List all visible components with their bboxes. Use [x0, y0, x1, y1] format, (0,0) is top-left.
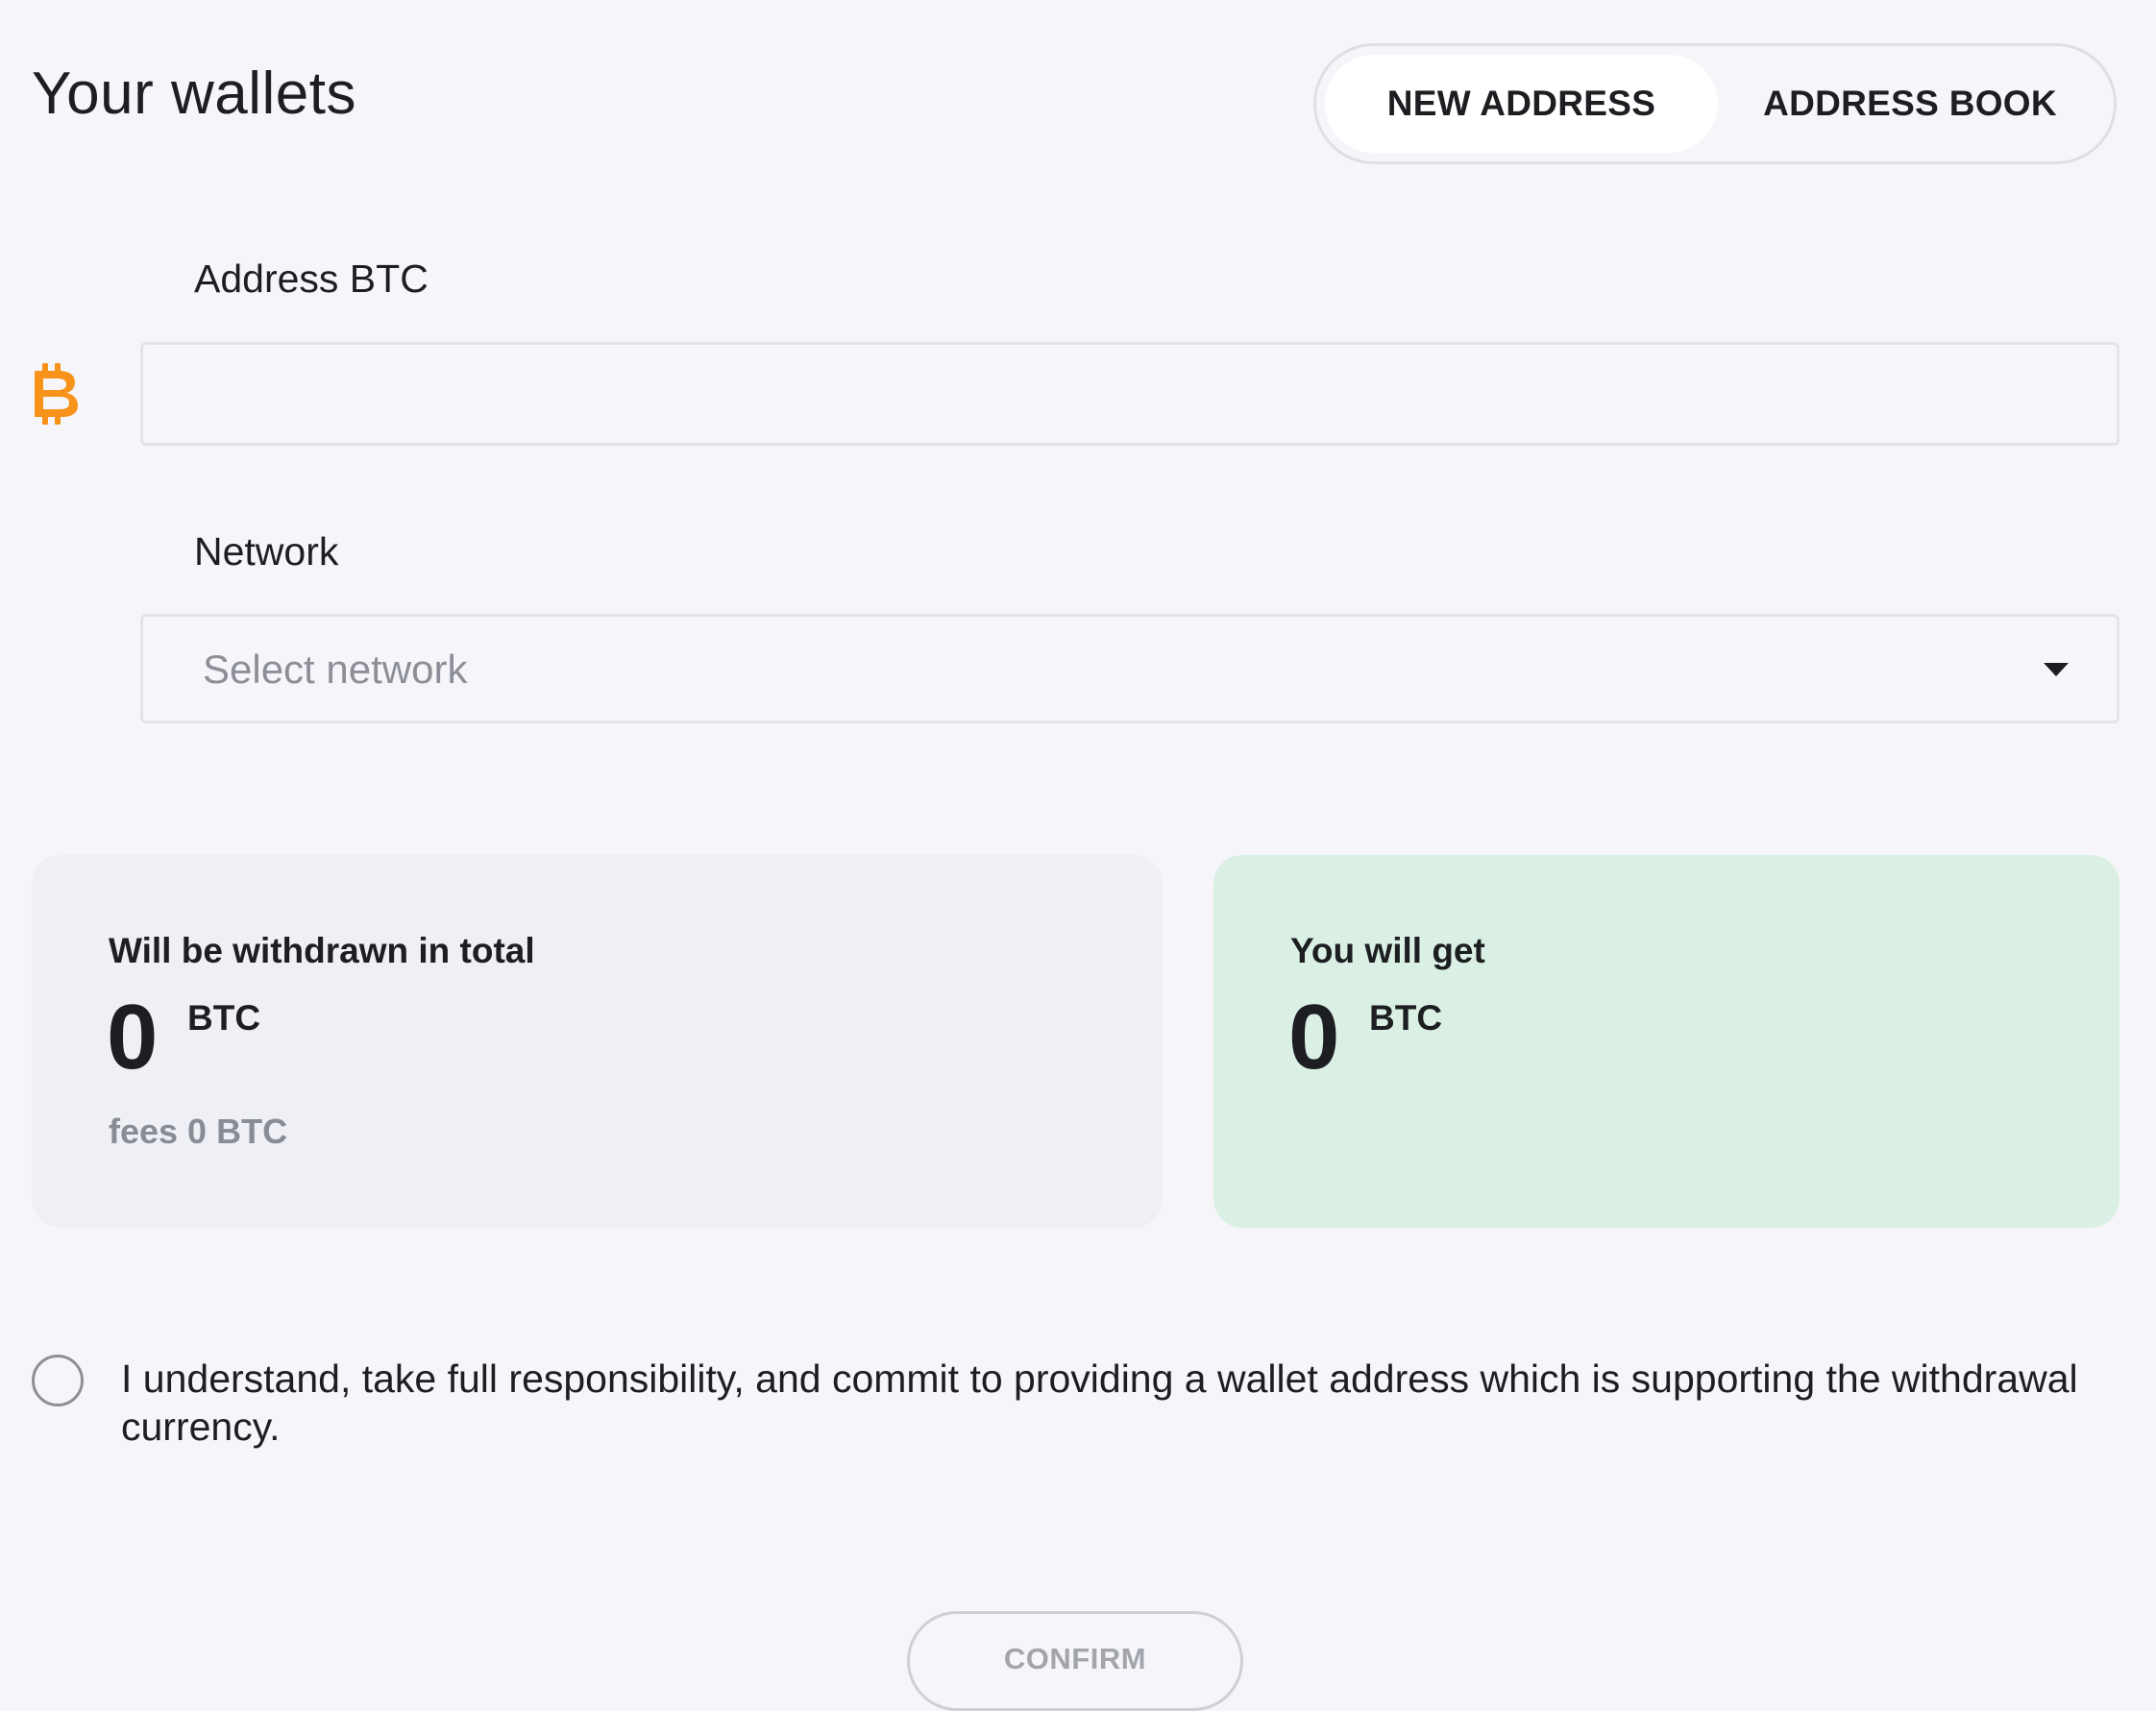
network-select-placeholder: Select network: [203, 647, 468, 692]
withdrawn-fees: fees 0 BTC: [109, 1112, 288, 1151]
withdrawn-total-currency: BTC: [187, 998, 261, 1038]
receive-amount-currency: BTC: [1369, 998, 1443, 1038]
receive-amount-value: 0: [1288, 986, 1340, 1088]
receive-amount-card: You will get 0 BTC: [1213, 855, 2119, 1228]
receive-amount-label: You will get: [1290, 931, 1485, 970]
confirm-button[interactable]: CONFIRM: [907, 1611, 1243, 1711]
withdrawn-total-label: Will be withdrawn in total: [109, 931, 535, 970]
network-label: Network: [194, 529, 339, 574]
address-label: Address BTC: [194, 257, 429, 301]
withdrawn-total-card: Will be withdrawn in total 0 BTC fees 0 …: [32, 855, 1163, 1228]
network-select[interactable]: Select network: [140, 614, 2119, 723]
withdrawn-total-amount: 0: [107, 986, 159, 1088]
caret-down-icon: [2044, 663, 2069, 676]
tab-new-address[interactable]: NEW ADDRESS: [1325, 55, 1718, 153]
tab-address-book[interactable]: ADDRESS BOOK: [1718, 55, 2102, 153]
consent-text: I understand, take full responsibility, …: [121, 1357, 2078, 1449]
bitcoin-icon: [35, 363, 78, 425]
address-input[interactable]: [140, 342, 2119, 446]
consent-radio[interactable]: [32, 1355, 84, 1406]
address-mode-toggle: NEW ADDRESS ADDRESS BOOK: [1313, 43, 2117, 164]
page-title: Your wallets: [32, 61, 357, 127]
